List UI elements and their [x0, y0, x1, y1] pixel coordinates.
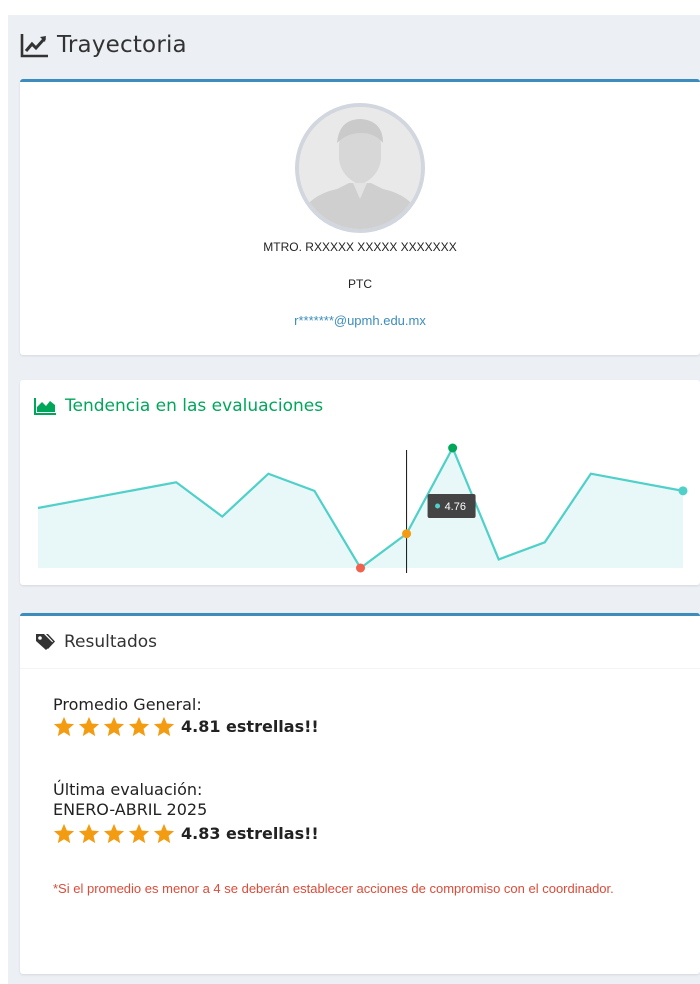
last-stars: [53, 823, 178, 844]
trend-area: [38, 448, 683, 568]
profile-box: MTRO. RXXXXX XXXXX XXXXXXX PTC r*******@…: [20, 79, 700, 355]
general-average-rating: 4.81 estrellas!!: [53, 716, 319, 737]
last-evaluation-label: Última evaluación:: [53, 780, 203, 799]
star-icon: [128, 823, 150, 844]
last-point: [678, 486, 688, 496]
results-header: Resultados: [20, 616, 700, 669]
commitment-note: *Si el promedio es menor a 4 se deberán …: [53, 881, 614, 896]
star-icon: [53, 716, 75, 737]
trend-chart[interactable]: 4.76: [20, 380, 700, 585]
avatar: [295, 103, 425, 233]
max-point: [448, 443, 458, 453]
tooltip-value: 4.76: [445, 501, 466, 513]
last-evaluation-score: 4.83 estrellas!!: [181, 824, 319, 843]
tags-icon: [36, 634, 55, 650]
star-icon: [153, 716, 175, 737]
profile-email-link[interactable]: r*******@upmh.edu.mx: [20, 313, 700, 328]
star-icon: [128, 716, 150, 737]
profile-name: MTRO. RXXXXX XXXXX XXXXXXX: [263, 240, 457, 254]
star-icon: [103, 716, 125, 737]
results-title: Resultados: [64, 632, 157, 652]
star-icon: [78, 716, 100, 737]
line-chart-icon: [20, 34, 48, 58]
star-icon: [53, 823, 75, 844]
results-box: Resultados Promedio General: 4.81 estrel…: [20, 613, 700, 974]
last-evaluation-period: ENERO-ABRIL 2025: [53, 800, 208, 819]
page-header: Trayectoria: [20, 25, 187, 65]
min-point: [356, 563, 365, 573]
general-average-score: 4.81 estrellas!!: [181, 717, 319, 736]
content-wrapper: Trayectoria MTRO. RXXXXX XXXXX XXXXXXX P…: [8, 15, 700, 984]
user-silhouette-icon: [299, 107, 421, 229]
last-evaluation-rating: 4.83 estrellas!!: [53, 823, 319, 844]
star-icon: [153, 823, 175, 844]
profile-role: PTC: [348, 277, 372, 291]
tooltip-dot: [435, 503, 441, 509]
page-title: Trayectoria: [57, 32, 187, 58]
trend-box: Tendencia en las evaluaciones 4.76: [20, 380, 700, 585]
general-stars: [53, 716, 178, 737]
star-icon: [78, 823, 100, 844]
star-icon: [103, 823, 125, 844]
general-average-label: Promedio General:: [53, 695, 202, 714]
highlighted-point: [402, 529, 412, 539]
